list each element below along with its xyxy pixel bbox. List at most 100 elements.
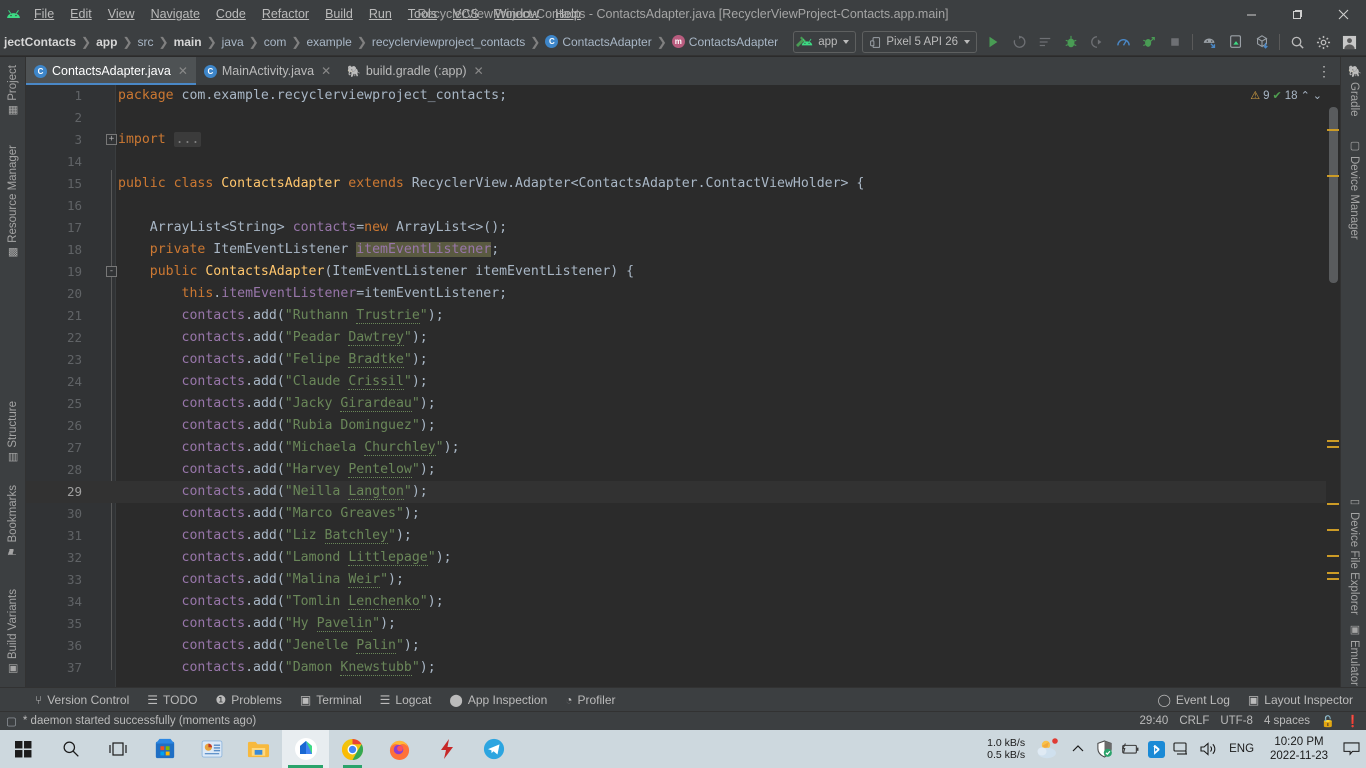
code-line[interactable]: 21 contacts.add("Ruthann Trustrie");	[26, 305, 1340, 327]
code-line[interactable]: 36 contacts.add("Jenelle Palin");	[26, 635, 1340, 657]
sidebar-item-resource-manager[interactable]: ▩ Resource Manager	[0, 141, 26, 264]
sidebar-item-gradle[interactable]: 🐘 Gradle	[1341, 61, 1366, 121]
code-line[interactable]: 25 contacts.add("Jacky Girardeau");	[26, 393, 1340, 415]
code-editor[interactable]: 1 package com.example.recyclerviewproject…	[26, 85, 1340, 687]
menu-edit[interactable]: Edit	[62, 0, 100, 28]
warning-marker[interactable]	[1327, 529, 1339, 531]
sidebar-item-build-variants[interactable]: ▣ Build Variants	[0, 585, 26, 680]
code-line[interactable]: 32 contacts.add("Lamond Littlepage");	[26, 547, 1340, 569]
menu-run[interactable]: Run	[361, 0, 400, 28]
avatar[interactable]	[1336, 30, 1362, 54]
apply-code-changes-button[interactable]	[1032, 30, 1058, 54]
telegram-icon[interactable]	[470, 730, 517, 768]
code-lines[interactable]: 1 package com.example.recyclerviewproject…	[26, 85, 1340, 687]
weather-icon[interactable]	[1031, 730, 1065, 768]
warning-marker[interactable]	[1327, 446, 1339, 448]
clock[interactable]: 10:20 PM 2022-11-23	[1262, 735, 1336, 763]
sidebar-item-device-file-explorer[interactable]: ▭ Device File Explorer	[1341, 491, 1366, 619]
code-line[interactable]: 31 contacts.add("Liz Batchley");	[26, 525, 1340, 547]
code-line[interactable]: 1 package com.example.recyclerviewproject…	[26, 85, 1340, 107]
android-studio-icon[interactable]	[282, 730, 329, 768]
sync-gradle-icon[interactable]	[1249, 30, 1275, 54]
tool-window-layout-inspector[interactable]: ▣ Layout Inspector	[1239, 688, 1362, 712]
tab-contacts-adapter[interactable]: C ContactsAdapter.java ✕	[26, 57, 196, 85]
search-icon[interactable]	[1284, 30, 1310, 54]
module-selector[interactable]: app	[793, 31, 857, 53]
bluetooth-icon[interactable]	[1143, 730, 1169, 768]
menu-help[interactable]: Help	[547, 0, 589, 28]
close-icon[interactable]: ✕	[474, 64, 484, 78]
menu-file[interactable]: File	[26, 0, 62, 28]
stop-button[interactable]	[1162, 30, 1188, 54]
lock-icon[interactable]: 🔓	[1321, 715, 1335, 728]
avd-manager-icon[interactable]	[1223, 30, 1249, 54]
gear-icon[interactable]	[1310, 30, 1336, 54]
debug-button[interactable]	[1058, 30, 1084, 54]
task-view-icon[interactable]	[94, 730, 141, 768]
run-with-coverage-button[interactable]	[1136, 30, 1162, 54]
microsoft-store-icon[interactable]	[141, 730, 188, 768]
warning-marker[interactable]	[1327, 572, 1339, 574]
code-line[interactable]: 24 contacts.add("Claude Crissil");	[26, 371, 1340, 393]
fold-expand-icon[interactable]: +	[106, 134, 117, 145]
show-hidden-icons-icon[interactable]	[1065, 730, 1091, 768]
fold-collapse-icon[interactable]: -	[106, 266, 117, 277]
breadcrumb-item-java[interactable]: java	[218, 35, 248, 49]
notifications-icon[interactable]: ❗	[1346, 714, 1360, 728]
tab-build-gradle[interactable]: 🐘 build.gradle (:app) ✕	[339, 57, 492, 85]
tool-window-app-inspection[interactable]: ⬤ App Inspection	[440, 688, 556, 712]
code-line[interactable]: 3 + import ...	[26, 129, 1340, 151]
code-line[interactable]: 19 - public ContactsAdapter(ItemEventList…	[26, 261, 1340, 283]
indent-setting[interactable]: 4 spaces	[1264, 715, 1310, 727]
tool-window-problems[interactable]: ❶ Problems	[206, 688, 290, 712]
caret-position[interactable]: 29:40	[1140, 715, 1169, 727]
chrome-icon[interactable]	[329, 730, 376, 768]
powerpoint-icon[interactable]	[188, 730, 235, 768]
warning-marker[interactable]	[1327, 578, 1339, 580]
chevron-down-icon[interactable]: ⌄	[1313, 89, 1322, 102]
breadcrumb-item-example[interactable]: example	[302, 35, 355, 49]
warning-marker[interactable]	[1327, 555, 1339, 557]
flash-icon[interactable]	[423, 730, 470, 768]
start-button[interactable]	[0, 730, 47, 768]
code-line[interactable]: 22 contacts.add("Peadar Dawtrey");	[26, 327, 1340, 349]
scrollbar-thumb[interactable]	[1329, 107, 1338, 283]
sidebar-item-project[interactable]: ▦ Project	[0, 61, 26, 122]
run-button[interactable]	[980, 30, 1006, 54]
editor-scrollbar[interactable]	[1326, 85, 1340, 687]
tool-window-terminal[interactable]: ▣ Terminal	[291, 688, 371, 712]
sidebar-item-device-manager[interactable]: ▢ Device Manager	[1341, 135, 1366, 244]
close-icon[interactable]: ✕	[321, 64, 331, 78]
code-line[interactable]: 37 contacts.add("Damon Knewstubb");	[26, 657, 1340, 679]
code-line[interactable]: 20 this.itemEventListener=itemEventListe…	[26, 283, 1340, 305]
code-line[interactable]: 16	[26, 195, 1340, 217]
code-line[interactable]: 17 ArrayList<String> contacts=new ArrayL…	[26, 217, 1340, 239]
battery-icon[interactable]	[1117, 730, 1143, 768]
inspection-widget[interactable]: ⚠ 9 ✔ 18 ⌃ ⌄	[1250, 89, 1322, 103]
breadcrumb-item-method[interactable]: m ContactsAdapter	[668, 35, 782, 49]
code-line[interactable]: 23 contacts.add("Felipe Bradtke");	[26, 349, 1340, 371]
tool-window-version-control[interactable]: ⑂ Version Control	[26, 688, 138, 712]
menu-refactor[interactable]: Refactor	[254, 0, 317, 28]
code-line[interactable]: 2	[26, 107, 1340, 129]
code-line[interactable]: 18 private ItemEventListener itemEventLi…	[26, 239, 1340, 261]
menu-navigate[interactable]: Navigate	[143, 0, 208, 28]
code-line[interactable]: 35 contacts.add("Hy Pavelin");	[26, 613, 1340, 635]
warning-marker[interactable]	[1327, 175, 1339, 177]
device-selector[interactable]: Pixel 5 API 26	[862, 31, 977, 53]
sidebar-item-bookmarks[interactable]: ⚑ Bookmarks	[0, 481, 26, 564]
network-icon[interactable]	[1169, 730, 1195, 768]
sdk-manager-icon[interactable]	[1197, 30, 1223, 54]
volume-icon[interactable]	[1195, 730, 1221, 768]
breadcrumb-item-project[interactable]: jectContacts	[0, 35, 80, 49]
breadcrumb-item-class[interactable]: C ContactsAdapter	[541, 35, 655, 49]
security-shield-icon[interactable]	[1091, 730, 1117, 768]
tab-main-activity[interactable]: C MainActivity.java ✕	[196, 57, 339, 85]
breadcrumb-item-package[interactable]: recyclerviewproject_contacts	[368, 35, 529, 49]
code-line[interactable]: 28 contacts.add("Harvey Pentelow");	[26, 459, 1340, 481]
maximize-button[interactable]	[1274, 0, 1320, 28]
code-line[interactable]: 34 contacts.add("Tomlin Lenchenko");	[26, 591, 1340, 613]
profiler-button[interactable]	[1110, 30, 1136, 54]
tool-window-event-log[interactable]: ◯ Event Log	[1148, 688, 1238, 712]
code-line[interactable]: 33 contacts.add("Malina Weir");	[26, 569, 1340, 591]
